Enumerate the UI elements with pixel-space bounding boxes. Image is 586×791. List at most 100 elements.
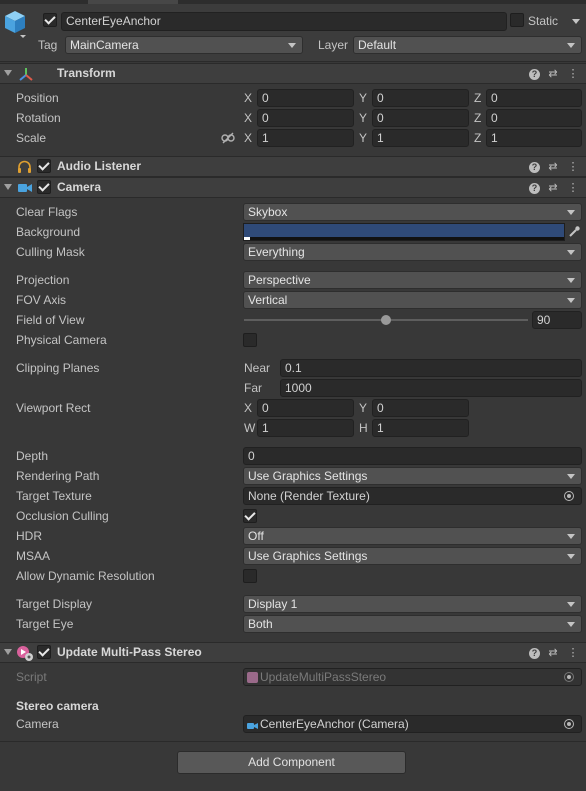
static-checkbox[interactable] <box>510 13 524 27</box>
layer-value: Default <box>358 38 397 52</box>
rotation-x-field[interactable]: 0 <box>257 109 354 127</box>
viewport-y-axis[interactable]: Y <box>359 399 367 417</box>
active-checkbox[interactable] <box>43 13 57 27</box>
allow-dynamic-resolution-checkbox[interactable] <box>243 569 257 583</box>
component-actions: ? ⇄ ⋮ <box>523 66 580 82</box>
more-icon[interactable]: ⋮ <box>566 646 580 660</box>
background-color-field[interactable] <box>243 223 565 241</box>
scale-z-axis[interactable]: Z <box>474 129 481 147</box>
presets-icon[interactable]: ⇄ <box>546 181 560 195</box>
viewport-x-axis[interactable]: X <box>244 399 252 417</box>
projection-value: Perspective <box>248 273 311 287</box>
component-actions: ? ⇄ ⋮ <box>523 180 580 196</box>
viewport-h-field[interactable]: 1 <box>372 419 469 437</box>
add-component-button[interactable]: Add Component <box>177 751 406 774</box>
transform-header[interactable]: Transform ? ⇄ ⋮ <box>0 63 586 84</box>
camera-header[interactable]: Camera ? ⇄ ⋮ <box>0 177 586 198</box>
scale-x-field[interactable]: 1 <box>257 129 354 147</box>
object-picker-icon[interactable] <box>564 491 574 501</box>
near-label[interactable]: Near <box>244 359 270 377</box>
clear-flags-dropdown[interactable]: Skybox <box>243 203 582 221</box>
help-icon[interactable]: ? <box>529 162 540 173</box>
object-name-field[interactable]: CenterEyeAnchor <box>61 12 507 31</box>
foldout-arrow-icon[interactable] <box>4 649 12 655</box>
help-icon[interactable]: ? <box>529 648 540 659</box>
target-eye-dropdown[interactable]: Both <box>243 615 582 633</box>
update-stereo-header[interactable]: Update Multi-Pass Stereo ? ⇄ ⋮ <box>0 642 586 663</box>
near-field[interactable]: 0.1 <box>280 359 582 377</box>
position-y-axis[interactable]: Y <box>359 89 367 107</box>
scale-label: Scale <box>16 131 47 145</box>
gameobject-cube-icon[interactable] <box>3 9 27 39</box>
presets-icon[interactable]: ⇄ <box>546 67 560 81</box>
more-icon[interactable]: ⋮ <box>566 67 580 81</box>
presets-icon[interactable]: ⇄ <box>546 646 560 660</box>
culling-mask-value: Everything <box>248 245 305 259</box>
layer-dropdown[interactable]: Default <box>353 36 582 54</box>
position-x-axis[interactable]: X <box>244 89 252 107</box>
scale-y-axis[interactable]: Y <box>359 129 367 147</box>
scale-y-field[interactable]: 1 <box>372 129 469 147</box>
tag-dropdown[interactable]: MainCamera <box>65 36 303 54</box>
static-dropdown-arrow[interactable] <box>572 19 580 24</box>
viewport-x-field[interactable]: 0 <box>257 399 354 417</box>
rotation-y-field[interactable]: 0 <box>372 109 469 127</box>
script-field: UpdateMultiPassStereo <box>243 668 582 686</box>
help-icon[interactable]: ? <box>529 69 540 80</box>
chevron-down-icon <box>567 602 575 607</box>
target-eye-value: Both <box>248 617 273 631</box>
audio-listener-header[interactable]: Audio Listener ? ⇄ ⋮ <box>0 156 586 177</box>
viewport-y-field[interactable]: 0 <box>372 399 469 417</box>
component-actions: ? ⇄ ⋮ <box>523 645 580 661</box>
constrain-proportions-icon[interactable] <box>221 132 235 144</box>
alpha-bar <box>244 237 564 240</box>
culling-mask-dropdown[interactable]: Everything <box>243 243 582 261</box>
rotation-x-axis[interactable]: X <box>244 109 252 127</box>
target-texture-field[interactable]: None (Render Texture) <box>243 487 582 505</box>
msaa-dropdown[interactable]: Use Graphics Settings <box>243 547 582 565</box>
rotation-z-axis[interactable]: Z <box>474 109 481 127</box>
position-x-field[interactable]: 0 <box>257 89 354 107</box>
chevron-down-icon <box>567 474 575 479</box>
object-picker-icon[interactable] <box>564 719 574 729</box>
hdr-dropdown[interactable]: Off <box>243 527 582 545</box>
presets-icon[interactable]: ⇄ <box>546 160 560 174</box>
scale-x-axis[interactable]: X <box>244 129 252 147</box>
fov-axis-dropdown[interactable]: Vertical <box>243 291 582 309</box>
camera-icon <box>17 182 33 194</box>
foldout-arrow-icon[interactable] <box>4 184 12 190</box>
fov-value-field[interactable]: 90 <box>532 311 582 329</box>
fov-axis-value: Vertical <box>248 293 288 307</box>
rotation-z-field[interactable]: 0 <box>486 109 582 127</box>
more-icon[interactable]: ⋮ <box>566 160 580 174</box>
position-y-field[interactable]: 0 <box>372 89 469 107</box>
position-z-axis[interactable]: Z <box>474 89 481 107</box>
viewport-h-axis[interactable]: H <box>359 419 368 437</box>
viewport-w-axis[interactable]: W <box>244 419 255 437</box>
rendering-path-dropdown[interactable]: Use Graphics Settings <box>243 467 582 485</box>
scale-z-field[interactable]: 1 <box>486 129 582 147</box>
audio-listener-enabled-checkbox[interactable] <box>37 159 51 173</box>
rotation-y-axis[interactable]: Y <box>359 109 367 127</box>
fov-slider-thumb[interactable] <box>381 315 391 325</box>
projection-dropdown[interactable]: Perspective <box>243 271 582 289</box>
eyedropper-icon[interactable] <box>567 225 581 239</box>
position-z-field[interactable]: 0 <box>486 89 582 107</box>
occlusion-culling-checkbox[interactable] <box>243 509 257 523</box>
physical-camera-label: Physical Camera <box>16 333 107 347</box>
camera-icon <box>247 719 259 729</box>
viewport-w-field[interactable]: 1 <box>257 419 354 437</box>
physical-camera-checkbox[interactable] <box>243 333 257 347</box>
update-stereo-enabled-checkbox[interactable] <box>37 645 51 659</box>
help-icon[interactable]: ? <box>529 183 540 194</box>
chevron-down-icon <box>567 278 575 283</box>
more-icon[interactable]: ⋮ <box>566 181 580 195</box>
far-label[interactable]: Far <box>244 379 262 397</box>
depth-field[interactable]: 0 <box>243 447 582 465</box>
stereo-camera-field[interactable]: CenterEyeAnchor (Camera) <box>243 715 582 733</box>
far-field[interactable]: 1000 <box>280 379 582 397</box>
divider <box>0 741 586 742</box>
camera-enabled-checkbox[interactable] <box>37 180 51 194</box>
foldout-arrow-icon[interactable] <box>4 70 12 76</box>
target-display-dropdown[interactable]: Display 1 <box>243 595 582 613</box>
